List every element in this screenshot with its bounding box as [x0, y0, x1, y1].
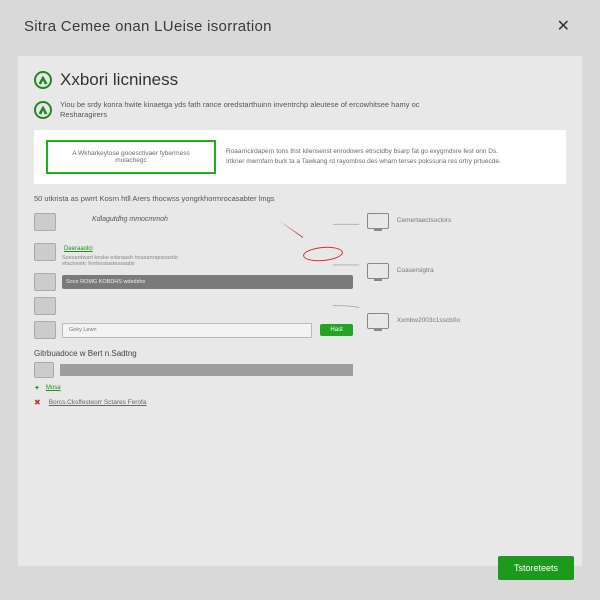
monitor-label: Coasersigtra	[397, 267, 434, 274]
progress-bar	[60, 364, 353, 376]
section-title: Xxbori licniness	[60, 70, 178, 90]
subsection-title: Gitrbuadoce w Bert n.Sadtng	[34, 349, 353, 358]
device-icon	[34, 321, 56, 339]
callout-highlight: A Wkharkeytose gooesctivaer fybermess mu…	[46, 140, 216, 174]
monitor-icon	[367, 313, 389, 329]
monitor-label: Xxmbw2003c1sscb0o	[397, 317, 460, 324]
kb-label: Kdlagutdhg mmocmmoh	[92, 216, 353, 223]
diagram-right: Cemertaectsoctors Coasersigtra Xxmbw2003…	[367, 213, 566, 412]
callout-box: A Wkharkeytose gooesctivaer fybermess mu…	[34, 130, 566, 184]
note-box: Geky Lewn	[62, 323, 312, 338]
close-button[interactable]: ✕	[551, 14, 576, 38]
link[interactable]: Mosa	[46, 385, 61, 391]
xbox-icon	[34, 71, 52, 89]
callout-line: Roaarncirdapern tons thst kilensenst enr…	[226, 147, 554, 156]
info-text: Yiou be srdy konra hwite kinaetga yds fa…	[60, 100, 420, 110]
device-icon	[34, 273, 56, 291]
monitor-icon	[367, 213, 389, 229]
error-icon: ✖	[34, 398, 41, 407]
diagram-left: Kdlagutdhg mmocmmoh Deeraaolci Soesardwa…	[34, 213, 353, 412]
action-button[interactable]: Hast	[320, 324, 352, 336]
device-icon	[34, 362, 54, 378]
callout-line: Irtkner mwrnfam burk ta a Tawkang rd ray…	[226, 157, 554, 166]
row-desc: Soesardwart keske exbraasb hoasanrapsoas…	[62, 255, 353, 262]
star-icon: ✦	[34, 384, 40, 392]
monitor-label: Cemertaectsoctors	[397, 217, 452, 224]
device-icon	[34, 213, 56, 231]
link[interactable]: Deeraaolci	[64, 246, 93, 252]
intro-text: 50 utkrista as pwrrt Kosrn htll Arers th…	[34, 194, 566, 203]
link[interactable]: Borcs.Cksffesteorr Sctares Ferofa	[49, 399, 147, 406]
diagram-area: Kdlagutdhg mmocmmoh Deeraaolci Soesardwa…	[34, 213, 566, 412]
device-icon	[34, 243, 56, 261]
dialog-content: Xxbori licniness Yiou be srdy konra hwit…	[18, 56, 582, 566]
info-text: Resharagirers	[60, 110, 420, 120]
primary-button[interactable]: Tstoreteets	[498, 556, 574, 580]
xbox-icon	[34, 101, 52, 119]
device-icon	[34, 297, 56, 315]
dialog-title: Sitra Cemee onan LUeise isorration	[24, 18, 272, 35]
selected-bar[interactable]: Soce ROMG KOBDHS wdedshs	[62, 275, 353, 289]
callout-body: Roaarncirdapern tons thst kilensenst enr…	[226, 147, 554, 165]
monitor-icon	[367, 263, 389, 279]
row-desc: efacbesik: horbootastessaabir	[62, 261, 353, 267]
